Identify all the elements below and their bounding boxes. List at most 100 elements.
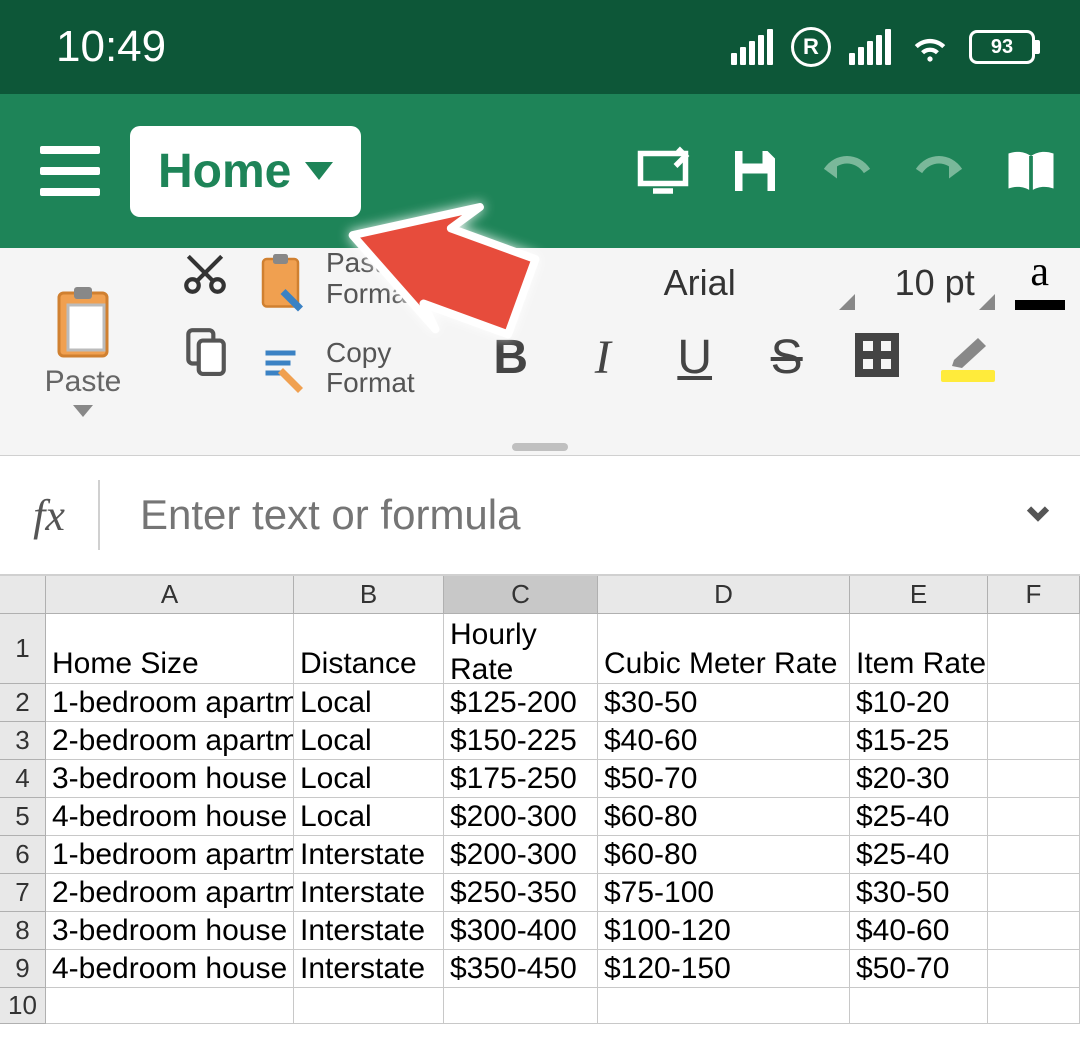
cell[interactable]	[988, 988, 1080, 1024]
cell[interactable]	[988, 722, 1080, 760]
row-header[interactable]: 8	[0, 912, 46, 950]
save-button[interactable]	[724, 140, 786, 202]
text-color-button[interactable]: a	[1015, 248, 1065, 310]
select-all-corner[interactable]	[0, 576, 46, 614]
cell[interactable]	[988, 798, 1080, 836]
cell[interactable]: $250-350	[444, 874, 598, 912]
column-header-D[interactable]: D	[598, 576, 850, 614]
copy-format-button[interactable]: CopyFormat	[258, 338, 415, 400]
row-header[interactable]: 3	[0, 722, 46, 760]
cell[interactable]	[46, 988, 294, 1024]
expand-formula-button[interactable]	[1020, 495, 1080, 536]
column-header-B[interactable]: B	[294, 576, 444, 614]
bold-button[interactable]: B	[485, 330, 537, 385]
column-header-F[interactable]: F	[988, 576, 1080, 614]
cell[interactable]: $60-80	[598, 798, 850, 836]
cell[interactable]	[988, 684, 1080, 722]
cell[interactable]: Local	[294, 760, 444, 798]
menu-button[interactable]	[40, 146, 100, 196]
cell[interactable]: $50-70	[598, 760, 850, 798]
italic-button[interactable]: I	[577, 330, 629, 385]
cell[interactable]: 1-bedroom apartment	[46, 836, 294, 874]
cell[interactable]: Interstate	[294, 874, 444, 912]
paste-format-button[interactable]: PasteFormat	[258, 248, 415, 310]
undo-button[interactable]	[816, 140, 878, 202]
cell[interactable]: $350-450	[444, 950, 598, 988]
highlight-button[interactable]	[941, 334, 995, 382]
ribbon-drag-handle[interactable]	[512, 443, 568, 451]
redo-button[interactable]	[908, 140, 970, 202]
cell[interactable]	[598, 988, 850, 1024]
column-header-C[interactable]: C	[444, 576, 598, 614]
cell[interactable]	[988, 836, 1080, 874]
row-header[interactable]: 2	[0, 684, 46, 722]
cell[interactable]: Interstate	[294, 912, 444, 950]
underline-button[interactable]: U	[669, 330, 721, 385]
cell[interactable]	[988, 912, 1080, 950]
row-header[interactable]: 4	[0, 760, 46, 798]
cell[interactable]: $10-20	[850, 684, 988, 722]
cell[interactable]: $15-25	[850, 722, 988, 760]
cell[interactable]	[988, 614, 1080, 684]
cell[interactable]: $30-50	[598, 684, 850, 722]
cell[interactable]: Item Rate	[850, 614, 988, 684]
cell[interactable]: Home Size	[46, 614, 294, 684]
strikethrough-button[interactable]: S	[761, 330, 813, 385]
cell[interactable]: $60-80	[598, 836, 850, 874]
cell[interactable]: $175-250	[444, 760, 598, 798]
cell[interactable]	[988, 874, 1080, 912]
row-header[interactable]: 6	[0, 836, 46, 874]
row-header[interactable]: 9	[0, 950, 46, 988]
cell[interactable]: 4-bedroom house	[46, 950, 294, 988]
cell[interactable]: $25-40	[850, 836, 988, 874]
formula-input[interactable]	[100, 491, 1020, 539]
cell[interactable]: Interstate	[294, 950, 444, 988]
cell[interactable]: $120-150	[598, 950, 850, 988]
paste-button[interactable]: Paste	[18, 287, 148, 417]
font-name-selector[interactable]: Arial	[545, 256, 855, 310]
cell[interactable]: $75-100	[598, 874, 850, 912]
cell[interactable]: Hourly Rate	[444, 614, 598, 684]
ribbon-tab-dropdown[interactable]: Home	[130, 126, 361, 217]
cell[interactable]: 3-bedroom house	[46, 760, 294, 798]
cell[interactable]	[850, 988, 988, 1024]
cell[interactable]: Local	[294, 684, 444, 722]
cell[interactable]: $200-300	[444, 836, 598, 874]
cell[interactable]: $20-30	[850, 760, 988, 798]
borders-button[interactable]	[853, 331, 901, 384]
cell[interactable]: $25-40	[850, 798, 988, 836]
cell[interactable]: 1-bedroom apartment	[46, 684, 294, 722]
column-header-E[interactable]: E	[850, 576, 988, 614]
row-header[interactable]: 1	[0, 614, 46, 684]
cell[interactable]: $300-400	[444, 912, 598, 950]
column-header-A[interactable]: A	[46, 576, 294, 614]
row-header[interactable]: 7	[0, 874, 46, 912]
cell[interactable]	[988, 950, 1080, 988]
cell[interactable]	[444, 988, 598, 1024]
font-size-selector[interactable]: 10 pt	[875, 256, 995, 310]
cell[interactable]	[294, 988, 444, 1024]
cell[interactable]: Interstate	[294, 836, 444, 874]
cut-button[interactable]	[180, 248, 230, 298]
row-header[interactable]: 10	[0, 988, 46, 1024]
cell[interactable]: 2-bedroom apartment	[46, 722, 294, 760]
cell[interactable]: $40-60	[850, 912, 988, 950]
cell[interactable]: Distance	[294, 614, 444, 684]
reading-mode-button[interactable]	[1000, 140, 1062, 202]
cell[interactable]: $50-70	[850, 950, 988, 988]
cell[interactable]: $150-225	[444, 722, 598, 760]
cell[interactable]: $100-120	[598, 912, 850, 950]
cell[interactable]	[988, 760, 1080, 798]
cell[interactable]: Cubic Meter Rate	[598, 614, 850, 684]
cell[interactable]: Local	[294, 798, 444, 836]
cell[interactable]: $125-200	[444, 684, 598, 722]
cell[interactable]: $200-300	[444, 798, 598, 836]
cell[interactable]: Local	[294, 722, 444, 760]
copy-button[interactable]	[180, 326, 230, 376]
cell[interactable]: 4-bedroom house	[46, 798, 294, 836]
row-header[interactable]: 5	[0, 798, 46, 836]
cell[interactable]: 3-bedroom house	[46, 912, 294, 950]
cell[interactable]: $30-50	[850, 874, 988, 912]
cell[interactable]: 2-bedroom apartment	[46, 874, 294, 912]
cell[interactable]: $40-60	[598, 722, 850, 760]
